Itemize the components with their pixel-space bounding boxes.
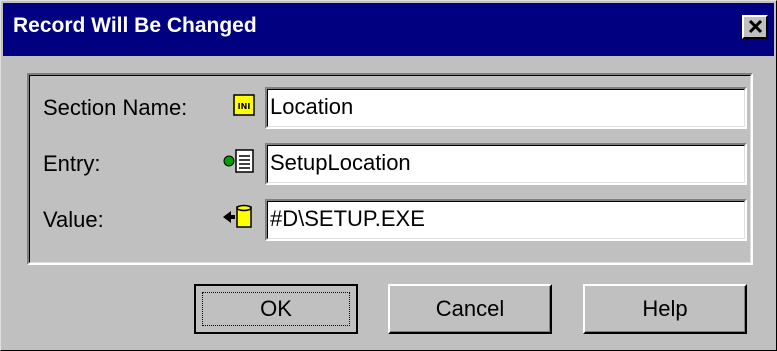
value-input[interactable] [270,205,730,233]
help-button[interactable]: Help [583,284,747,334]
ok-button[interactable]: OK [194,284,358,334]
entry-document-icon [223,149,254,173]
close-button[interactable] [742,15,768,39]
value-cylinder-icon [223,204,252,228]
entry-field[interactable] [265,143,747,185]
record-fields-group: Section Name: INI Entry: Value: [27,73,753,265]
title-bar: Record Will Be Changed [3,3,774,56]
ok-button-label: OK [260,296,292,321]
section-name-field[interactable] [265,87,747,129]
section-name-input[interactable] [270,93,730,121]
value-field[interactable] [265,199,747,241]
help-button-label: Help [642,296,688,321]
svg-text:INI: INI [238,102,251,111]
value-label: Value: [43,207,104,232]
entry-label: Entry: [43,151,101,176]
cancel-button[interactable]: Cancel [388,284,552,334]
cancel-button-label: Cancel [435,296,505,321]
close-icon [748,20,763,34]
dialog-title: Record Will Be Changed [13,14,257,37]
section-name-label: Section Name: [43,95,188,120]
entry-input[interactable] [270,149,730,177]
record-changed-dialog: Record Will Be Changed Section Name: INI… [0,0,777,351]
ini-file-icon: INI [233,94,255,116]
